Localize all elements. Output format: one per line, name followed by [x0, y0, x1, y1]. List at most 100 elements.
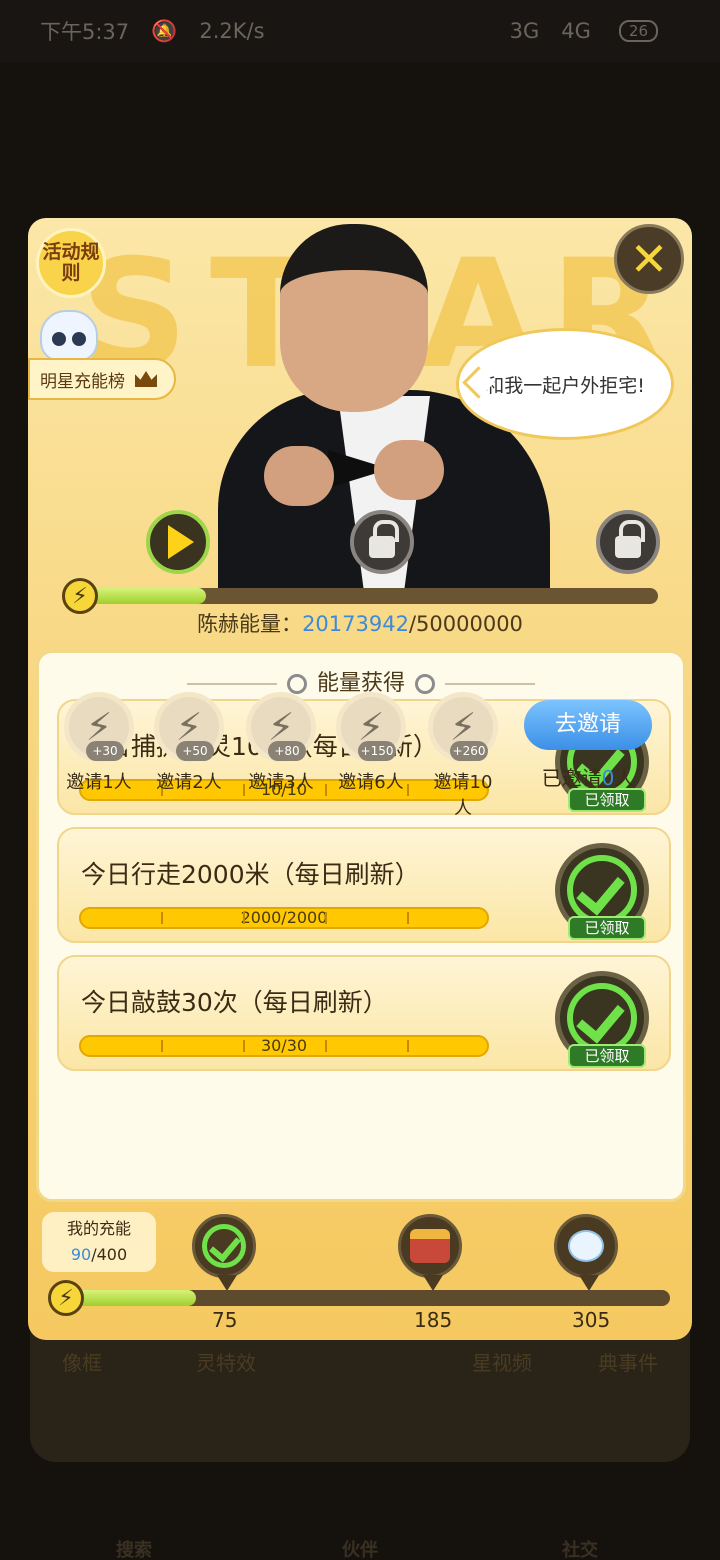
- task-progress-text: 30/30: [260, 1036, 308, 1055]
- milestone-value: 75: [212, 1308, 238, 1332]
- bg-nav-social: 社交: [562, 1540, 598, 1560]
- tick: [407, 912, 409, 924]
- locked-node-1[interactable]: [350, 510, 414, 574]
- bonus-badge: +150: [358, 741, 396, 761]
- eye-icon: [415, 674, 435, 694]
- mute-icon: 🔕: [151, 18, 178, 43]
- my-charge-bar: [58, 1290, 670, 1306]
- celebrity-energy-bar: [78, 588, 658, 604]
- speech-bubble: 和我一起户外拒宅!: [456, 328, 674, 440]
- lightning-icon: ⚡: [48, 1280, 84, 1316]
- my-charge-value: 90/400: [42, 1242, 156, 1268]
- invite-label: 邀请1人: [66, 772, 132, 793]
- lightning-icon: ⚡ +30: [64, 692, 134, 762]
- lock-icon: [369, 520, 399, 558]
- crown-icon: [135, 371, 157, 387]
- lightning-icon: ⚡ +80: [246, 692, 316, 762]
- tick: [407, 1040, 409, 1052]
- close-icon: ✕: [629, 232, 669, 286]
- tick: [243, 1040, 245, 1052]
- milestone-reward-gift[interactable]: [398, 1214, 462, 1291]
- milestone-reward-claimed[interactable]: [192, 1214, 256, 1291]
- task-progress-bar: 2000/2000: [79, 907, 489, 929]
- invited-count: 已邀请0人: [524, 762, 652, 791]
- task-name: 今日敲鼓30次（每日刷新）: [81, 988, 388, 1017]
- tick: [161, 912, 163, 924]
- claimed-label: 已领取: [568, 916, 646, 940]
- lightning-icon: ⚡ +150: [336, 692, 406, 762]
- bg-nav-search: 搜索: [116, 1540, 152, 1560]
- milestone-reward-pet[interactable]: [554, 1214, 618, 1291]
- celebrity-portrait: [280, 224, 428, 412]
- bg-label-1: 像框: [62, 1351, 102, 1375]
- invite-button[interactable]: 去邀请: [524, 700, 652, 750]
- video-play-node[interactable]: [146, 510, 210, 574]
- bonus-badge: +80: [268, 741, 306, 761]
- tick: [243, 912, 245, 924]
- bg-label-4: 典事件: [598, 1351, 658, 1375]
- task-progress-bar: 30/30: [79, 1035, 489, 1057]
- task-card: 今日敲鼓30次（每日刷新） 30/30 已领取: [57, 955, 671, 1071]
- claimed-label: 已领取: [568, 1044, 646, 1068]
- invite-label: 邀请3人: [248, 772, 314, 793]
- check-icon: [202, 1224, 246, 1268]
- claimed-badge: 已领取: [555, 971, 649, 1068]
- invited-suffix: 人: [614, 766, 635, 790]
- claimed-badge: 已领取: [555, 843, 649, 940]
- task-name: 今日行走2000米（每日刷新）: [81, 860, 420, 889]
- battery-icon: 26: [618, 20, 658, 42]
- check-icon: [567, 983, 637, 1053]
- gift-icon: [410, 1229, 450, 1263]
- bonus-badge: +50: [176, 741, 214, 761]
- invite-reward-1[interactable]: ⚡ +30 邀请1人: [62, 692, 136, 794]
- speech-text: 和我一起户外拒宅!: [485, 374, 645, 397]
- locked-node-2[interactable]: [596, 510, 660, 574]
- lightning-icon: ⚡ +50: [154, 692, 224, 762]
- invite-reward-4[interactable]: ⚡ +150 邀请6人: [334, 692, 408, 794]
- energy-sep: /: [408, 612, 417, 636]
- invite-reward-3[interactable]: ⚡ +80 邀请3人: [244, 692, 318, 794]
- my-charge-current: 90: [70, 1245, 92, 1264]
- bonus-badge: +30: [86, 741, 124, 761]
- divider: [186, 683, 277, 685]
- claimed-label: 已领取: [568, 788, 646, 812]
- celebrity-hand-right: [374, 440, 444, 500]
- invited-prefix: 已邀请: [541, 766, 602, 790]
- tick: [325, 1040, 327, 1052]
- invite-reward-2[interactable]: ⚡ +50 邀请2人: [152, 692, 226, 794]
- net-speed: 2.2K/s: [199, 19, 265, 43]
- my-charge-label: 我的充能: [66, 1219, 131, 1238]
- mascot-icon: [40, 310, 98, 362]
- star-rank-button[interactable]: 明星充能榜: [28, 358, 176, 400]
- invite-label: 邀请10人: [433, 772, 493, 819]
- activity-rules-button[interactable]: 活动规则: [36, 228, 106, 298]
- invite-label: 邀请6人: [338, 772, 404, 793]
- task-progress-text: 2000/2000: [240, 908, 328, 927]
- energy-label: 陈赫能量：: [197, 612, 303, 636]
- tick: [325, 784, 327, 796]
- my-charge-box: 我的充能 90/400: [42, 1212, 156, 1272]
- energy-target: 50000000: [416, 612, 523, 636]
- divider: [445, 683, 535, 685]
- invite-reward-5[interactable]: ⚡ +260 邀请10人: [426, 692, 500, 820]
- task-card: 今日行走2000米（每日刷新） 2000/2000 已领取: [57, 827, 671, 943]
- check-icon: [567, 855, 637, 925]
- milestone-value: 305: [572, 1308, 611, 1332]
- milestone-value: 185: [414, 1308, 453, 1332]
- bg-label-3: 星视频: [472, 1351, 532, 1375]
- invite-label: 邀请2人: [156, 772, 222, 793]
- celebrity-energy-text: 陈赫能量：20173942/50000000: [28, 608, 692, 638]
- signal-4g: 4G: [561, 19, 591, 43]
- close-button[interactable]: ✕: [614, 224, 684, 294]
- invited-number: 0: [601, 766, 615, 790]
- bonus-badge: +260: [450, 741, 488, 761]
- pet-icon: [568, 1230, 604, 1262]
- tick: [161, 1040, 163, 1052]
- star-charge-modal: S T A R 活动规则 明星充能榜 ✕ 和我一起户外拒宅! ⚡ 陈赫能量：20…: [28, 218, 692, 1340]
- energy-current: 20173942: [302, 612, 409, 636]
- lightning-icon: ⚡ +260: [428, 692, 498, 762]
- tick: [325, 912, 327, 924]
- lock-icon: [615, 520, 645, 558]
- status-bar: 下午5:37 🔕 2.2K/s 3G 4G 26: [0, 0, 720, 62]
- rank-label: 明星充能榜: [40, 371, 125, 392]
